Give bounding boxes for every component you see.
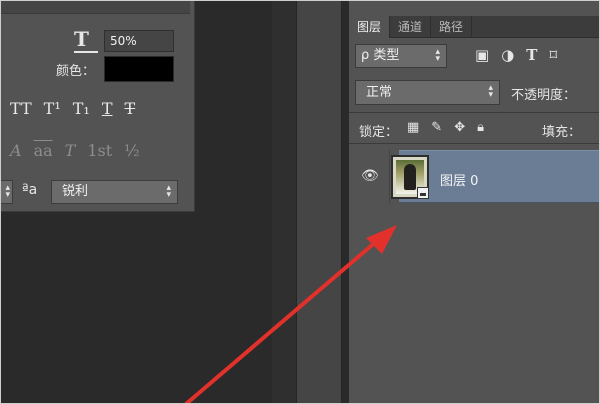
type-filter-icon[interactable]: T	[526, 46, 537, 64]
divider	[349, 143, 600, 144]
chevron-updown-icon: ▴ ▾	[488, 83, 493, 100]
shape-filter-icon[interactable]: ⌑	[549, 46, 557, 64]
underline-button[interactable]: T	[102, 99, 113, 121]
adjustment-filter-icon[interactable]: ◑	[501, 46, 514, 64]
fraction-button[interactable]: ½	[124, 141, 140, 163]
subscript-button[interactable]: T₁	[73, 99, 90, 121]
chevron-updown-icon: ▴ ▾	[166, 183, 171, 200]
tab-channels[interactable]: 通道	[390, 16, 432, 38]
smart-object-icon	[417, 187, 429, 199]
panel-tabs: 图层 通道 路径	[349, 16, 600, 38]
ordinal-button[interactable]: 1st	[87, 141, 112, 163]
chevron-updown-icon: ▴ ▾	[435, 47, 440, 64]
anti-alias-select[interactable]: 锐利 ▴ ▾	[51, 180, 178, 204]
character-panel: T 50% 颜色： TT T¹ T₁ T T A aa T 1st ½ ▴ ▾ ª…	[0, 0, 195, 212]
filter-icons: ▣ ◑ T ⌑	[475, 46, 557, 64]
vertical-scale-icon: T	[74, 29, 98, 53]
visibility-eye-icon[interactable]: 👁︎	[361, 168, 379, 184]
text-color-swatch[interactable]	[104, 56, 174, 82]
divider	[349, 112, 600, 113]
image-filter-icon[interactable]: ▣	[475, 46, 489, 64]
layer-filter-select[interactable]: ρ 类型 ▴ ▾	[355, 44, 447, 68]
panel-dock-strip	[296, 0, 342, 404]
blend-mode-value: 正常	[366, 85, 393, 100]
lock-all-icon[interactable]: 🔒︎	[477, 120, 484, 135]
anti-alias-icon: ªa	[22, 182, 38, 198]
panel-top-strip	[0, 0, 190, 14]
layer-name[interactable]: 图层 0	[440, 170, 478, 189]
scale-input[interactable]: 50%	[104, 30, 174, 52]
ligature-button[interactable]: aa	[34, 141, 53, 163]
opentype-buttons-row: A aa T 1st ½	[10, 141, 180, 163]
color-label: 颜色：	[56, 64, 96, 79]
divider	[389, 150, 390, 204]
titling-button[interactable]: T	[65, 141, 76, 163]
lock-icons: ▦ ✎ ✥ 🔒︎	[407, 120, 484, 135]
tab-paths[interactable]: 路径	[431, 16, 473, 38]
lock-transparency-icon[interactable]: ▦	[407, 120, 419, 135]
blend-mode-select[interactable]: 正常 ▴ ▾	[355, 80, 500, 105]
lock-position-icon[interactable]: ✥	[454, 120, 465, 135]
fill-label: 填充：	[542, 125, 582, 140]
anti-alias-value: 锐利	[62, 184, 89, 199]
swash-button[interactable]: A	[10, 141, 22, 163]
filter-value: ρ 类型	[361, 48, 400, 63]
layer-thumbnail[interactable]	[391, 155, 429, 199]
thumbnail-figure	[404, 164, 416, 190]
canvas-divider	[272, 0, 296, 404]
tab-layers[interactable]: 图层	[349, 16, 391, 38]
all-caps-button[interactable]: TT	[10, 99, 32, 121]
layers-panel: 图层 通道 路径 ρ 类型 ▴ ▾ ▣ ◑ T ⌑ 正常 ▴ ▾ 不透明度： 锁定：…	[348, 0, 600, 404]
language-select[interactable]: ▴ ▾	[0, 180, 13, 204]
superscript-button[interactable]: T¹	[44, 99, 61, 121]
strikethrough-button[interactable]: T	[125, 99, 136, 121]
opacity-label: 不透明度：	[511, 88, 577, 103]
style-buttons-row: TT T¹ T₁ T T	[10, 99, 180, 121]
lock-label: 锁定：	[359, 125, 399, 140]
lock-pixels-icon[interactable]: ✎	[431, 120, 442, 135]
layer-row-selected[interactable]	[399, 150, 600, 203]
